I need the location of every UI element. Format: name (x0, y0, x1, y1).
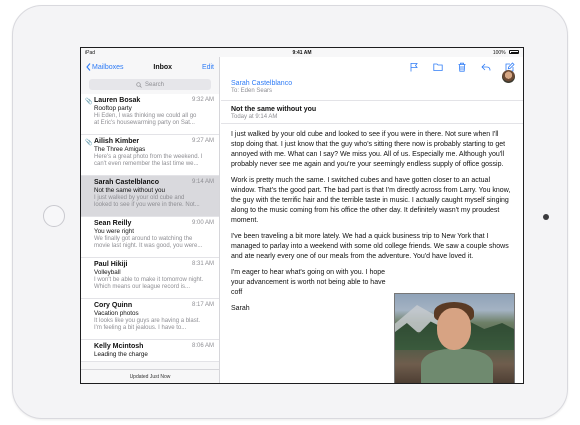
ipad-frame: iPad 9:41 AM 100% Mailboxes Inbox Edit S… (12, 5, 568, 419)
message-preview: I won't be able to make it tomorrow nigh… (94, 277, 214, 292)
message-preview: Hi Eden, I was thinking we could all go … (94, 113, 214, 128)
body-paragraph: I just walked by your old cube and looke… (231, 131, 506, 168)
update-status: Updated Just Now (81, 369, 219, 383)
flag-icon (410, 63, 418, 72)
message-date: Today at 9:14 AM (231, 114, 278, 120)
body-paragraph: I've been traveling a bit more lately. W… (231, 233, 509, 260)
message-list: 📎 Lauren Bosak 9:32 AM Rooftop party Hi … (81, 94, 219, 362)
reply-button[interactable] (481, 62, 491, 72)
message-preview: It looks like you guys are having a blas… (94, 318, 214, 333)
battery-icon (509, 50, 519, 55)
search-icon (136, 81, 142, 88)
paperclip-icon: 📎 (85, 99, 93, 105)
preview-line: Which means our league record is... (94, 284, 191, 291)
preview-line: I'm feeling a bit jealous. I have to... (94, 325, 187, 332)
folder-button[interactable] (433, 62, 443, 72)
message-subject: Leading the charge (94, 351, 148, 358)
message-subject-title: Not the same without you (231, 106, 317, 113)
preview-line: I won't be able to make it tomorrow nigh… (94, 277, 204, 283)
subject-block: Not the same without you Today at 9:14 A… (221, 101, 523, 124)
camera-icon (543, 214, 549, 220)
message-header: Sarah Castelblanco To: Eden Sears (221, 70, 523, 101)
message-time: 9:14 AM (191, 179, 214, 185)
inbox-navbar: Mailboxes Inbox Edit (81, 57, 219, 77)
message-time: 9:00 AM (191, 220, 214, 226)
message-time: 8:17 AM (191, 302, 214, 308)
trash-icon (458, 62, 466, 72)
edit-button[interactable]: Edit (202, 64, 214, 71)
body-paragraph: I'm eager to hear what's going on with y… (231, 269, 386, 296)
search-placeholder: Search (144, 81, 164, 88)
message-row[interactable]: Cory Quinn 8:17 AM Vacation photos It lo… (81, 299, 219, 340)
status-time: 9:41 AM (292, 49, 312, 56)
preview-line: We finally got around to watching the (94, 236, 193, 242)
preview-line: looked to see if you were in there. Not.… (94, 202, 200, 209)
message-subject: Not the same without you (94, 187, 166, 194)
body-paragraph: Work is pretty much the same. I switched… (231, 177, 511, 224)
video-person-shirt (421, 349, 493, 383)
message-subject: You were right (94, 228, 135, 235)
inbox-pane: Mailboxes Inbox Edit Search 📎 Lauren Bos… (81, 57, 220, 383)
preview-line: movie last night. It was good, you were.… (94, 243, 203, 250)
message-toolbar (221, 57, 523, 77)
folder-icon (433, 63, 443, 71)
message-pane: Sarah Castelblanco To: Eden Sears Not th… (221, 57, 523, 383)
message-preview: We finally got around to watching the mo… (94, 236, 214, 251)
back-label: Mailboxes (92, 63, 124, 71)
message-subject: Rooftop party (94, 105, 132, 112)
screen: iPad 9:41 AM 100% Mailboxes Inbox Edit S… (80, 47, 524, 384)
message-row[interactable]: 📎 Ailish Kimber 9:27 AM The Three Amigas… (81, 135, 219, 176)
status-bar: iPad 9:41 AM 100% (81, 48, 523, 57)
preview-line: at Eric's housewarming party on Sat... (94, 120, 195, 127)
message-row[interactable]: 📎 Lauren Bosak 9:32 AM Rooftop party Hi … (81, 94, 219, 135)
video-person-face (437, 308, 471, 350)
paperclip-icon: 📎 (85, 140, 93, 146)
avatar (502, 70, 515, 83)
message-from[interactable]: Sarah Castelblanco (231, 80, 513, 87)
back-button[interactable]: Mailboxes (86, 63, 124, 71)
message-subject: Volleyball (94, 269, 121, 276)
message-row-selected[interactable]: Sarah Castelblanco 9:14 AM Not the same … (81, 176, 219, 217)
message-row[interactable]: Kelly Mcintosh 8:06 AM Leading the charg… (81, 340, 219, 362)
inbox-title: Inbox (153, 63, 173, 71)
home-button[interactable] (43, 205, 65, 227)
preview-line: I just walked by your old cube and (94, 195, 185, 201)
message-subject: Vacation photos (94, 310, 139, 317)
message-time: 9:27 AM (191, 138, 214, 144)
preview-line: It looks like you guys are having a blas… (94, 318, 201, 324)
message-preview: Here's a great photo from the weekend. I… (94, 154, 214, 169)
flag-button[interactable] (409, 62, 419, 72)
preview-line: Hi Eden, I was thinking we could all go (94, 113, 197, 119)
search-field[interactable]: Search (89, 79, 211, 90)
message-row[interactable]: Paul Hikiji 8:31 AM Volleyball I won't b… (81, 258, 219, 299)
preview-line: Here's a great photo from the weekend. I (94, 154, 203, 160)
trash-button[interactable] (457, 62, 467, 72)
message-preview: I just walked by your old cube and looke… (94, 195, 214, 210)
message-time: 9:32 AM (191, 97, 214, 103)
picture-in-picture-video[interactable] (394, 293, 515, 383)
message-subject: The Three Amigas (94, 146, 146, 153)
reply-icon (481, 63, 491, 71)
chevron-left-icon (86, 63, 91, 71)
message-row[interactable]: Sean Reilly 9:00 AM You were right We fi… (81, 217, 219, 258)
preview-line: can't even remember the last time we... (94, 161, 199, 168)
message-time: 8:06 AM (191, 343, 214, 349)
message-time: 8:31 AM (191, 261, 214, 267)
message-to: To: Eden Sears (231, 88, 273, 94)
